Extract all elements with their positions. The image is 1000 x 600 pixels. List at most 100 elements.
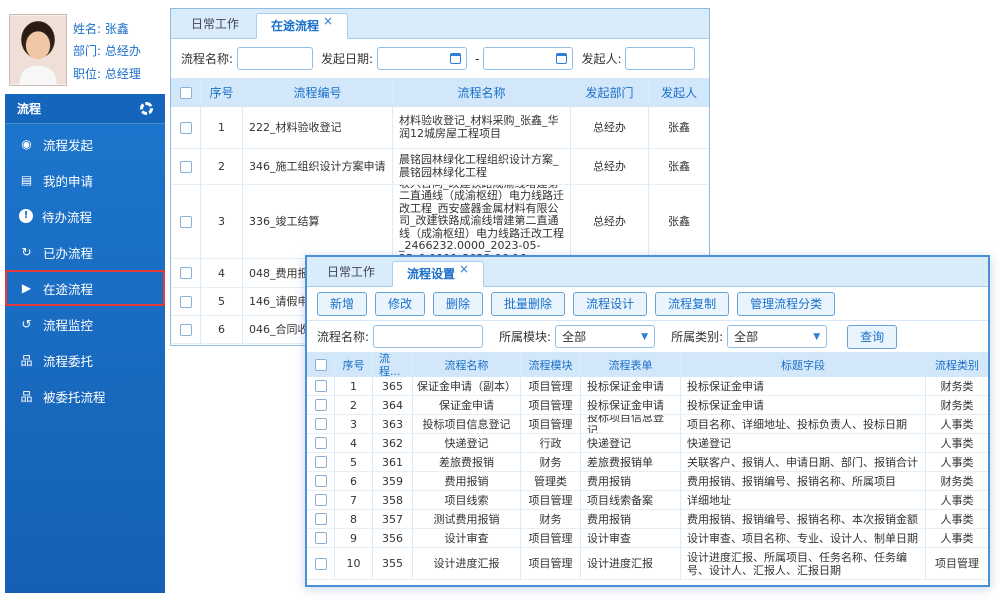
search-button[interactable]: 查询	[847, 325, 897, 349]
select-all-checkbox[interactable]	[180, 87, 192, 99]
cell-name: 项目线索	[413, 491, 521, 509]
category-select-value: 全部	[734, 328, 758, 345]
row-checkbox[interactable]	[180, 324, 192, 336]
cell-no: 10	[335, 548, 373, 579]
cell-title-field: 费用报销、报销编号、报销名称、所属项目	[681, 472, 926, 490]
row-checkbox[interactable]	[315, 494, 327, 506]
batch-delete-button[interactable]: 批量删除	[491, 292, 565, 316]
calendar-icon[interactable]	[556, 53, 567, 64]
table-row[interactable]: 3 336_竣工结算 收入合同_改建铁路成渝线增建第二直通线（成渝枢纽）电力线路…	[171, 185, 709, 259]
sidebar-item-process-monitor[interactable]: ↺ 流程监控	[5, 306, 165, 342]
row-checkbox[interactable]	[315, 418, 327, 430]
cell-name: 晨铭园林绿化工程组织设计方案_晨铭园林绿化工程	[393, 149, 571, 184]
process-design-button[interactable]: 流程设计	[573, 292, 647, 316]
cell-name: 保证金申请（副本）	[413, 377, 521, 395]
category-select[interactable]: 全部 ▼	[727, 325, 827, 348]
table-row[interactable]: 6 359 费用报销 管理类 费用报销 费用报销、报销编号、报销名称、所属项目 …	[307, 472, 988, 491]
org-chart-icon: 品	[19, 352, 34, 369]
close-icon[interactable]: ×	[459, 262, 469, 276]
user-position: 职位: 总经理	[73, 65, 141, 82]
cell-category: 财务类	[926, 472, 988, 490]
tab-process-settings[interactable]: 流程设置×	[392, 261, 484, 287]
chevron-down-icon: ▼	[813, 332, 820, 342]
close-icon[interactable]: ×	[323, 14, 333, 28]
sidebar-item-in-transit-processes[interactable]: ▶ 在途流程	[5, 270, 165, 306]
filter-name-label: 流程名称:	[181, 50, 233, 67]
row-checkbox[interactable]	[315, 380, 327, 392]
cell-name: 测试费用报销	[413, 510, 521, 528]
cell-id: 365	[373, 377, 413, 395]
filter-category-label: 所属类别:	[671, 328, 723, 345]
manage-category-button[interactable]: 管理流程分类	[737, 292, 835, 316]
cell-module: 项目管理	[521, 491, 581, 509]
avatar	[9, 14, 67, 86]
initiate-icon: ◉	[19, 137, 34, 151]
end-date-input[interactable]	[483, 47, 573, 70]
sidebar: 姓名: 张鑫 部门: 总经办 职位: 总经理 流程 ◉ 流程发起 ▤ 我的申请 …	[5, 8, 165, 593]
module-select[interactable]: 全部 ▼	[555, 325, 655, 348]
row-checkbox[interactable]	[315, 513, 327, 525]
process-copy-button[interactable]: 流程复制	[655, 292, 729, 316]
select-all-checkbox[interactable]	[315, 359, 327, 371]
header-category: 流程类别	[926, 353, 988, 377]
table-row[interactable]: 3 363 投标项目信息登记 项目管理 投标项目信息登记 项目名称、详细地址、投…	[307, 415, 988, 434]
filter-initiator-label: 发起人:	[581, 50, 621, 67]
sidebar-item-label: 流程监控	[43, 315, 93, 334]
sidebar-item-label: 流程委托	[43, 351, 93, 370]
cell-title-field: 投标保证金申请	[681, 377, 926, 395]
start-date-input[interactable]	[377, 47, 467, 70]
org-chart-icon: 品	[19, 388, 34, 405]
filter-name-label: 流程名称:	[317, 328, 369, 345]
table-row[interactable]: 7 358 项目线索 项目管理 项目线索备案 详细地址 人事类	[307, 491, 988, 510]
table-row[interactable]: 4 362 快递登记 行政 快递登记 快递登记 人事类	[307, 434, 988, 453]
sidebar-item-pending-processes[interactable]: ! 待办流程	[5, 198, 165, 234]
sidebar-item-process-delegate[interactable]: 品 流程委托	[5, 342, 165, 378]
cell-person: 张鑫	[649, 185, 709, 258]
user-profile: 姓名: 张鑫 部门: 总经办 职位: 总经理	[5, 8, 165, 94]
row-checkbox[interactable]	[180, 161, 192, 173]
edit-button[interactable]: 修改	[375, 292, 425, 316]
gear-icon[interactable]	[140, 102, 153, 115]
cell-name: 投标项目信息登记	[413, 415, 521, 433]
table-row[interactable]: 9 356 设计审查 项目管理 设计审查 设计审查、项目名称、专业、设计人、制单…	[307, 529, 988, 548]
row-checkbox[interactable]	[180, 122, 192, 134]
table-row[interactable]: 1 365 保证金申请（副本） 项目管理 投标保证金申请 投标保证金申请 财务类	[307, 377, 988, 396]
table-row[interactable]: 10 355 设计进度汇报 项目管理 设计进度汇报 设计进度汇报、所属项目、任务…	[307, 548, 988, 580]
table-row[interactable]: 2 364 保证金申请 项目管理 投标保证金申请 投标保证金申请 财务类	[307, 396, 988, 415]
delete-button[interactable]: 删除	[433, 292, 483, 316]
row-checkbox[interactable]	[315, 456, 327, 468]
cell-id: 362	[373, 434, 413, 452]
cell-no: 3	[335, 415, 373, 433]
row-checkbox[interactable]	[180, 296, 192, 308]
sidebar-item-completed-processes[interactable]: ↻ 已办流程	[5, 234, 165, 270]
cell-module: 项目管理	[521, 529, 581, 547]
process-name-input[interactable]	[237, 47, 313, 70]
table-row[interactable]: 5 361 差旅费报销 财务 差旅费报销单 关联客户、报销人、申请日期、部门、报…	[307, 453, 988, 472]
table-row[interactable]: 2 346_施工组织设计方案申请 晨铭园林绿化工程组织设计方案_晨铭园林绿化工程…	[171, 149, 709, 185]
row-checkbox[interactable]	[315, 558, 327, 570]
initiator-input[interactable]	[625, 47, 695, 70]
sidebar-item-my-applications[interactable]: ▤ 我的申请	[5, 162, 165, 198]
cell-title-field: 项目名称、详细地址、投标负责人、投标日期	[681, 415, 926, 433]
row-checkbox[interactable]	[180, 216, 192, 228]
tab-daily-work[interactable]: 日常工作	[177, 12, 253, 38]
process-name-input-2[interactable]	[373, 325, 483, 348]
row-checkbox[interactable]	[315, 532, 327, 544]
cell-person: 张鑫	[649, 107, 709, 148]
sidebar-item-delegated-processes[interactable]: 品 被委托流程	[5, 378, 165, 414]
row-checkbox[interactable]	[315, 475, 327, 487]
row-checkbox[interactable]	[180, 267, 192, 279]
cell-category: 财务类	[926, 377, 988, 395]
row-checkbox[interactable]	[315, 437, 327, 449]
calendar-icon[interactable]	[450, 53, 461, 64]
table-row[interactable]: 1 222_材料验收登记 材料验收登记_材料采购_张鑫_华润12城房屋工程项目 …	[171, 107, 709, 149]
tab-in-transit[interactable]: 在途流程×	[256, 13, 348, 39]
table-header: 序号 流程... 流程名称 流程模块 流程表单 标题字段 流程类别	[307, 353, 988, 377]
alert-icon: !	[19, 209, 33, 223]
row-checkbox[interactable]	[315, 399, 327, 411]
process-settings-window: 日常工作 流程设置× 新增 修改 删除 批量删除 流程设计 流程复制 管理流程分…	[305, 255, 990, 587]
add-button[interactable]: 新增	[317, 292, 367, 316]
tab-daily-work-2[interactable]: 日常工作	[313, 260, 389, 286]
table-row[interactable]: 8 357 测试费用报销 财务 费用报销 费用报销、报销编号、报销名称、本次报销…	[307, 510, 988, 529]
sidebar-item-process-initiate[interactable]: ◉ 流程发起	[5, 126, 165, 162]
